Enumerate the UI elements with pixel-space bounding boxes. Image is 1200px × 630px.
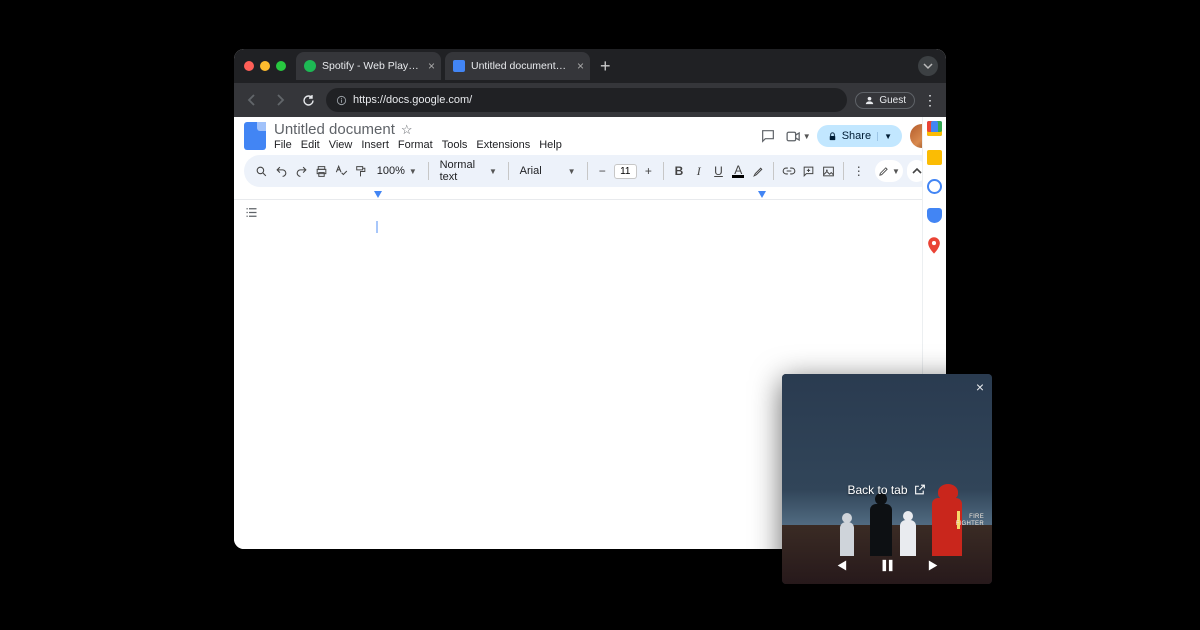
menu-insert[interactable]: Insert (361, 139, 389, 151)
window-maximize[interactable] (276, 61, 286, 71)
tab-google-docs[interactable]: Untitled document - Google D… × (445, 52, 590, 80)
forward-button[interactable] (270, 90, 290, 110)
menu-format[interactable]: Format (398, 139, 433, 151)
italic-icon[interactable]: I (691, 160, 707, 182)
maps-icon[interactable] (927, 237, 942, 252)
tab-close-icon[interactable]: × (577, 59, 584, 73)
menu-help[interactable]: Help (539, 139, 562, 151)
pip-silhouette (870, 504, 892, 556)
document-outline-icon[interactable] (244, 205, 259, 223)
menu-extensions[interactable]: Extensions (476, 139, 530, 151)
menu-view[interactable]: View (329, 139, 353, 151)
pip-close-icon[interactable]: × (976, 379, 984, 395)
menu-bar: File Edit View Insert Format Tools Exten… (274, 139, 562, 151)
guest-icon (864, 95, 875, 106)
pip-window[interactable]: FIRE FIGHTER × Back to tab (782, 374, 992, 584)
comment-history-icon[interactable] (757, 125, 779, 147)
more-toolbar-icon[interactable]: ⋮ (851, 160, 867, 182)
reload-button[interactable] (298, 90, 318, 110)
previous-track-icon[interactable] (832, 557, 849, 574)
bold-icon[interactable]: B (671, 160, 687, 182)
spellcheck-icon[interactable] (333, 160, 349, 182)
omnibox[interactable]: https://docs.google.com/ (326, 88, 847, 112)
docs-icon (453, 60, 465, 72)
right-indent-marker-icon[interactable] (758, 191, 766, 198)
open-in-new-icon (914, 483, 927, 496)
meet-icon[interactable]: ▼ (787, 125, 809, 147)
insert-link-icon[interactable] (781, 160, 797, 182)
back-to-tab-button[interactable]: Back to tab (847, 483, 926, 497)
font-select[interactable]: Arial▼ (516, 165, 580, 177)
url-text: https://docs.google.com/ (353, 94, 472, 106)
paragraph-style-select[interactable]: Normal text▼ (436, 159, 501, 183)
pip-jacket-text: FIRE FIGHTER (956, 514, 984, 528)
browser-menu-button[interactable]: ⋮ (923, 92, 938, 109)
keep-icon[interactable] (927, 150, 942, 165)
print-icon[interactable] (313, 160, 329, 182)
insert-comment-icon[interactable] (801, 160, 817, 182)
lock-icon (827, 131, 838, 142)
next-track-icon[interactable] (926, 557, 943, 574)
tab-strip: Spotify - Web Player: Music for… × Untit… (234, 49, 946, 83)
share-dropdown-icon[interactable]: ▼ (877, 132, 892, 141)
font-size-input[interactable]: 11 (614, 164, 636, 179)
menu-edit[interactable]: Edit (301, 139, 320, 151)
share-button[interactable]: Share ▼ (817, 125, 902, 147)
window-minimize[interactable] (260, 61, 270, 71)
insert-image-icon[interactable] (820, 160, 836, 182)
tasks-icon[interactable] (927, 179, 942, 194)
contacts-icon[interactable] (927, 208, 942, 223)
share-label: Share (842, 130, 871, 142)
tab-close-icon[interactable]: × (428, 59, 435, 73)
window-close[interactable] (244, 61, 254, 71)
menu-tools[interactable]: Tools (442, 139, 468, 151)
decrease-font-icon[interactable]: − (594, 160, 610, 182)
calendar-icon[interactable] (927, 121, 942, 136)
docs-header: Untitled document ☆ File Edit View Inser… (234, 117, 946, 151)
increase-font-icon[interactable]: + (641, 160, 657, 182)
tab-title: Spotify - Web Player: Music for… (322, 60, 419, 72)
ruler[interactable] (234, 187, 926, 200)
docs-toolbar: 100%▼ Normal text▼ Arial▼ − 11 + B I U A… (244, 155, 936, 187)
underline-icon[interactable]: U (711, 160, 727, 182)
spotify-icon (304, 60, 316, 72)
star-icon[interactable]: ☆ (401, 122, 413, 138)
tab-search-button[interactable] (918, 56, 938, 76)
address-bar: https://docs.google.com/ Guest ⋮ (234, 83, 946, 117)
menu-file[interactable]: File (274, 139, 292, 151)
text-color-icon[interactable]: A (730, 160, 746, 182)
highlight-icon[interactable] (750, 160, 766, 182)
paint-format-icon[interactable] (353, 160, 369, 182)
site-info-icon (336, 95, 347, 106)
profile-guest-chip[interactable]: Guest (855, 92, 915, 109)
search-menus-icon[interactable] (254, 160, 270, 182)
tab-spotify[interactable]: Spotify - Web Player: Music for… × (296, 52, 441, 80)
editing-mode-button[interactable]: ▼ (875, 160, 904, 182)
tab-title: Untitled document - Google D… (471, 60, 568, 72)
redo-icon[interactable] (294, 160, 310, 182)
guest-label: Guest (879, 95, 906, 106)
pip-controls (782, 557, 992, 574)
back-button[interactable] (242, 90, 262, 110)
text-cursor (376, 221, 378, 233)
document-title[interactable]: Untitled document (274, 121, 395, 138)
left-indent-marker-icon[interactable] (374, 191, 382, 198)
undo-icon[interactable] (274, 160, 290, 182)
play-pause-icon[interactable] (879, 557, 896, 574)
new-tab-button[interactable]: + (594, 56, 617, 77)
zoom-select[interactable]: 100%▼ (373, 165, 421, 177)
window-controls (244, 61, 286, 71)
pip-silhouette (900, 520, 916, 556)
back-to-tab-label: Back to tab (847, 483, 907, 497)
pip-silhouette (840, 522, 854, 556)
docs-logo-icon[interactable] (244, 122, 266, 150)
